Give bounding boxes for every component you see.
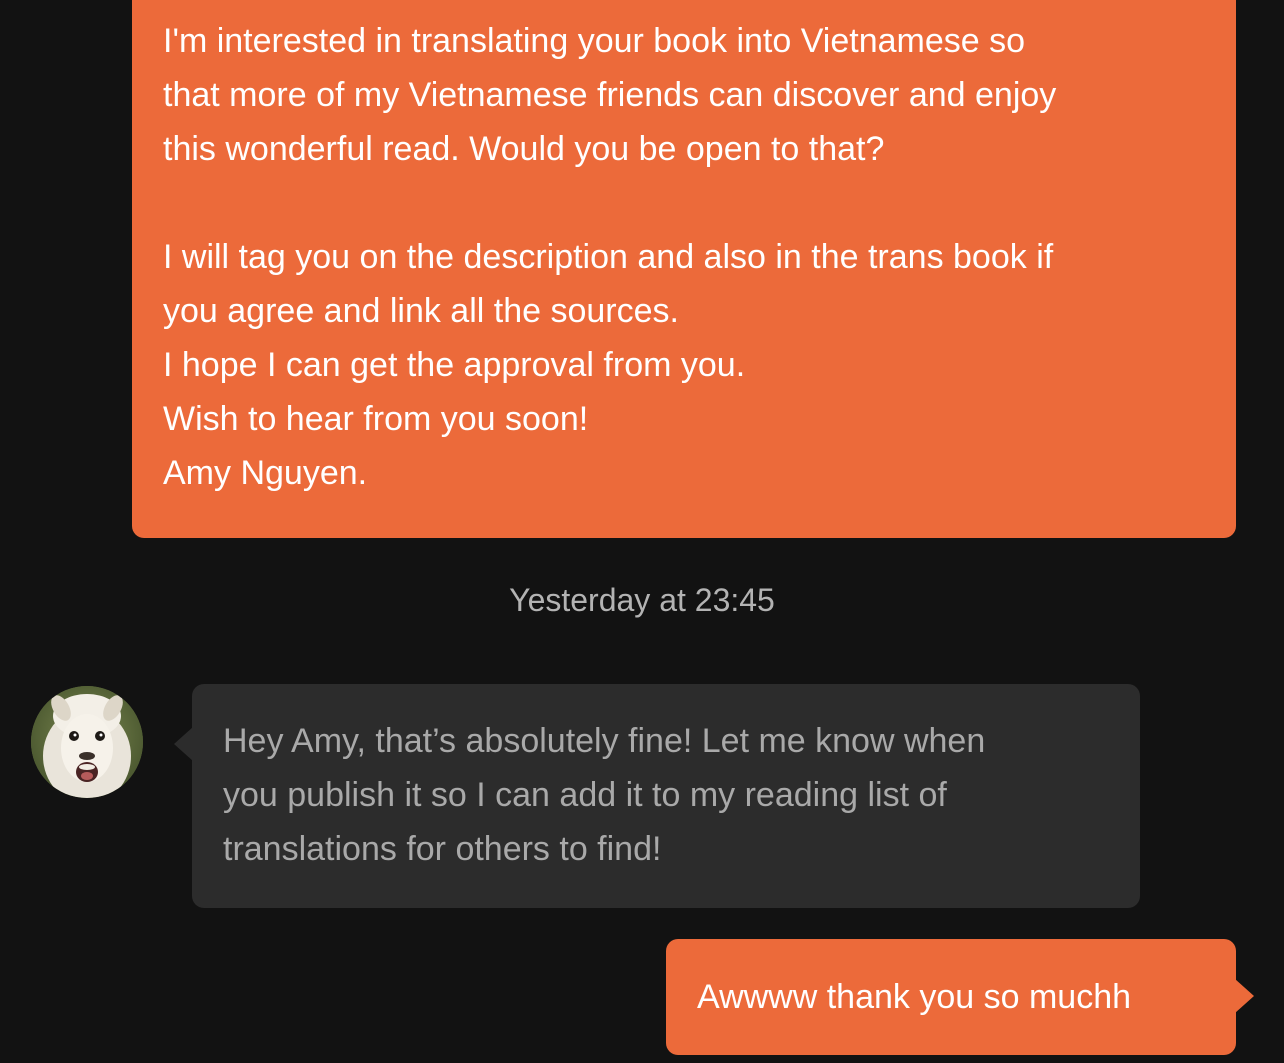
outgoing-message-bubble[interactable]: I'm interested in translating your book … bbox=[132, 0, 1236, 538]
incoming-message-bubble[interactable]: Hey Amy, that’s absolutely fine! Let me … bbox=[192, 684, 1140, 908]
alpaca-avatar-image bbox=[31, 686, 143, 798]
outgoing-bubble-tail bbox=[1235, 979, 1254, 1013]
alpaca-avatar[interactable] bbox=[31, 686, 143, 798]
message-timestamp: Yesterday at 23:45 bbox=[509, 582, 775, 618]
outgoing-message-bubble[interactable]: Awwww thank you so muchh bbox=[666, 939, 1236, 1055]
incoming-bubble-tail bbox=[174, 727, 193, 761]
chat-conversation: I'm interested in translating your book … bbox=[0, 0, 1284, 1063]
